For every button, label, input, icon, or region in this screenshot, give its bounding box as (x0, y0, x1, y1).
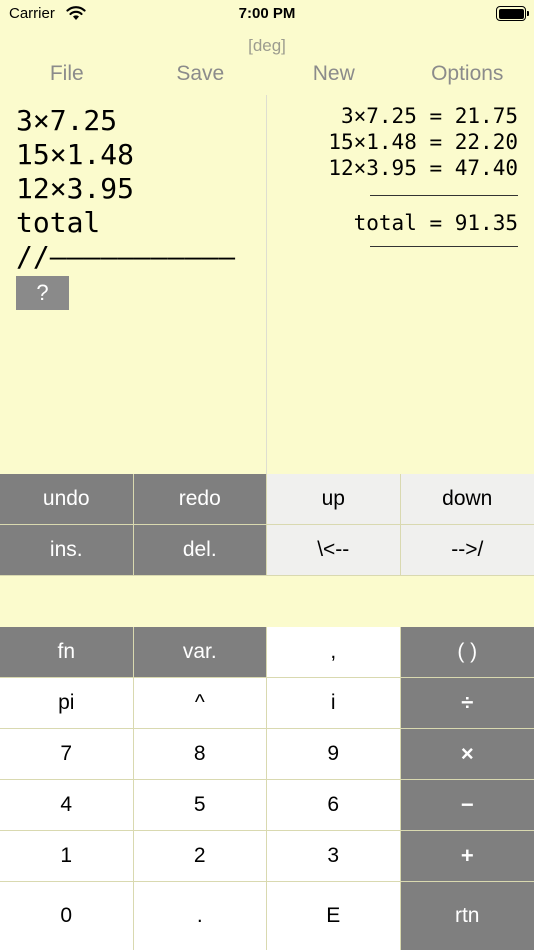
menu-new[interactable]: New (267, 60, 401, 90)
pane-divider (266, 95, 267, 475)
editor-line[interactable]: 3×7.25 (16, 104, 256, 138)
key-0[interactable]: 0 (0, 882, 134, 950)
key-1[interactable]: 1 (0, 831, 134, 882)
editor-line[interactable]: total (16, 206, 256, 240)
key-row: 7 8 9 × (0, 729, 534, 780)
key-9[interactable]: 9 (267, 729, 401, 780)
key-fn[interactable]: fn (0, 627, 134, 678)
result-rule (370, 195, 518, 196)
key-del[interactable]: del. (133, 525, 267, 576)
editor-line[interactable]: 12×3.95 (16, 172, 256, 206)
key-comma[interactable]: , (267, 627, 401, 678)
expression-editor[interactable]: 3×7.25 15×1.48 12×3.95 total //—————————… (16, 104, 256, 310)
key-redo[interactable]: redo (133, 474, 267, 525)
key-rtn[interactable]: rtn (400, 882, 534, 950)
key-i[interactable]: i (267, 678, 401, 729)
status-bar: Carrier 7:00 PM (0, 0, 534, 30)
key-pi[interactable]: pi (0, 678, 134, 729)
result-line: 3×7.25 = 21.75 (340, 104, 518, 128)
result-total: total = 91.35 (353, 211, 518, 235)
key-ins[interactable]: ins. (0, 525, 134, 576)
key-6[interactable]: 6 (267, 780, 401, 831)
key-undo[interactable]: undo (0, 474, 134, 525)
key-divide[interactable]: ÷ (400, 678, 534, 729)
results-pane: 3×7.25 = 21.75 15×1.48 = 22.20 12×3.95 =… (276, 103, 518, 247)
menu-bar: File Save New Options (0, 60, 534, 90)
editor-line[interactable]: //——————————— (16, 240, 256, 274)
battery-icon (496, 6, 526, 21)
key-row: pi ^ i ÷ (0, 678, 534, 729)
key-row: ins. del. \<-- -->/ (0, 525, 534, 576)
result-line: 12×3.95 = 47.40 (328, 156, 518, 180)
key-2[interactable]: 2 (133, 831, 267, 882)
key-multiply[interactable]: × (400, 729, 534, 780)
input-cursor[interactable]: ? (16, 276, 69, 310)
key-7[interactable]: 7 (0, 729, 134, 780)
key-row: 0. Ertn (0, 882, 534, 950)
key-8[interactable]: 8 (133, 729, 267, 780)
key-decimal[interactable]: . (133, 882, 267, 950)
key-line-start[interactable]: \<-- (267, 525, 401, 576)
key-down[interactable]: down (400, 474, 534, 525)
key-plus[interactable]: + (400, 831, 534, 882)
key-row: 4 5 6− (0, 780, 534, 831)
clock: 7:00 PM (238, 5, 296, 22)
key-power[interactable]: ^ (133, 678, 267, 729)
key-row: undo redo up down (0, 474, 534, 525)
result-line: 15×1.48 = 22.20 (328, 130, 518, 154)
menu-file[interactable]: File (0, 60, 134, 90)
key-parentheses[interactable]: ( ) (400, 627, 534, 678)
editor-line[interactable]: 15×1.48 (16, 138, 256, 172)
key-e[interactable]: E (267, 882, 401, 950)
angle-mode-indicator: [deg] (248, 36, 286, 55)
key-3[interactable]: 3 (267, 831, 401, 882)
key-minus[interactable]: − (400, 780, 534, 831)
battery-cap (527, 11, 529, 16)
key-row: fn var.,( ) (0, 627, 534, 678)
key-4[interactable]: 4 (0, 780, 134, 831)
key-row: 1 2 3 + (0, 831, 534, 882)
key-var[interactable]: var. (133, 627, 267, 678)
key-5[interactable]: 5 (133, 780, 267, 831)
menu-options[interactable]: Options (401, 60, 534, 90)
result-rule (370, 246, 518, 247)
key-line-end[interactable]: -->/ (400, 525, 534, 576)
menu-save[interactable]: Save (134, 60, 268, 90)
key-up[interactable]: up (267, 474, 401, 525)
